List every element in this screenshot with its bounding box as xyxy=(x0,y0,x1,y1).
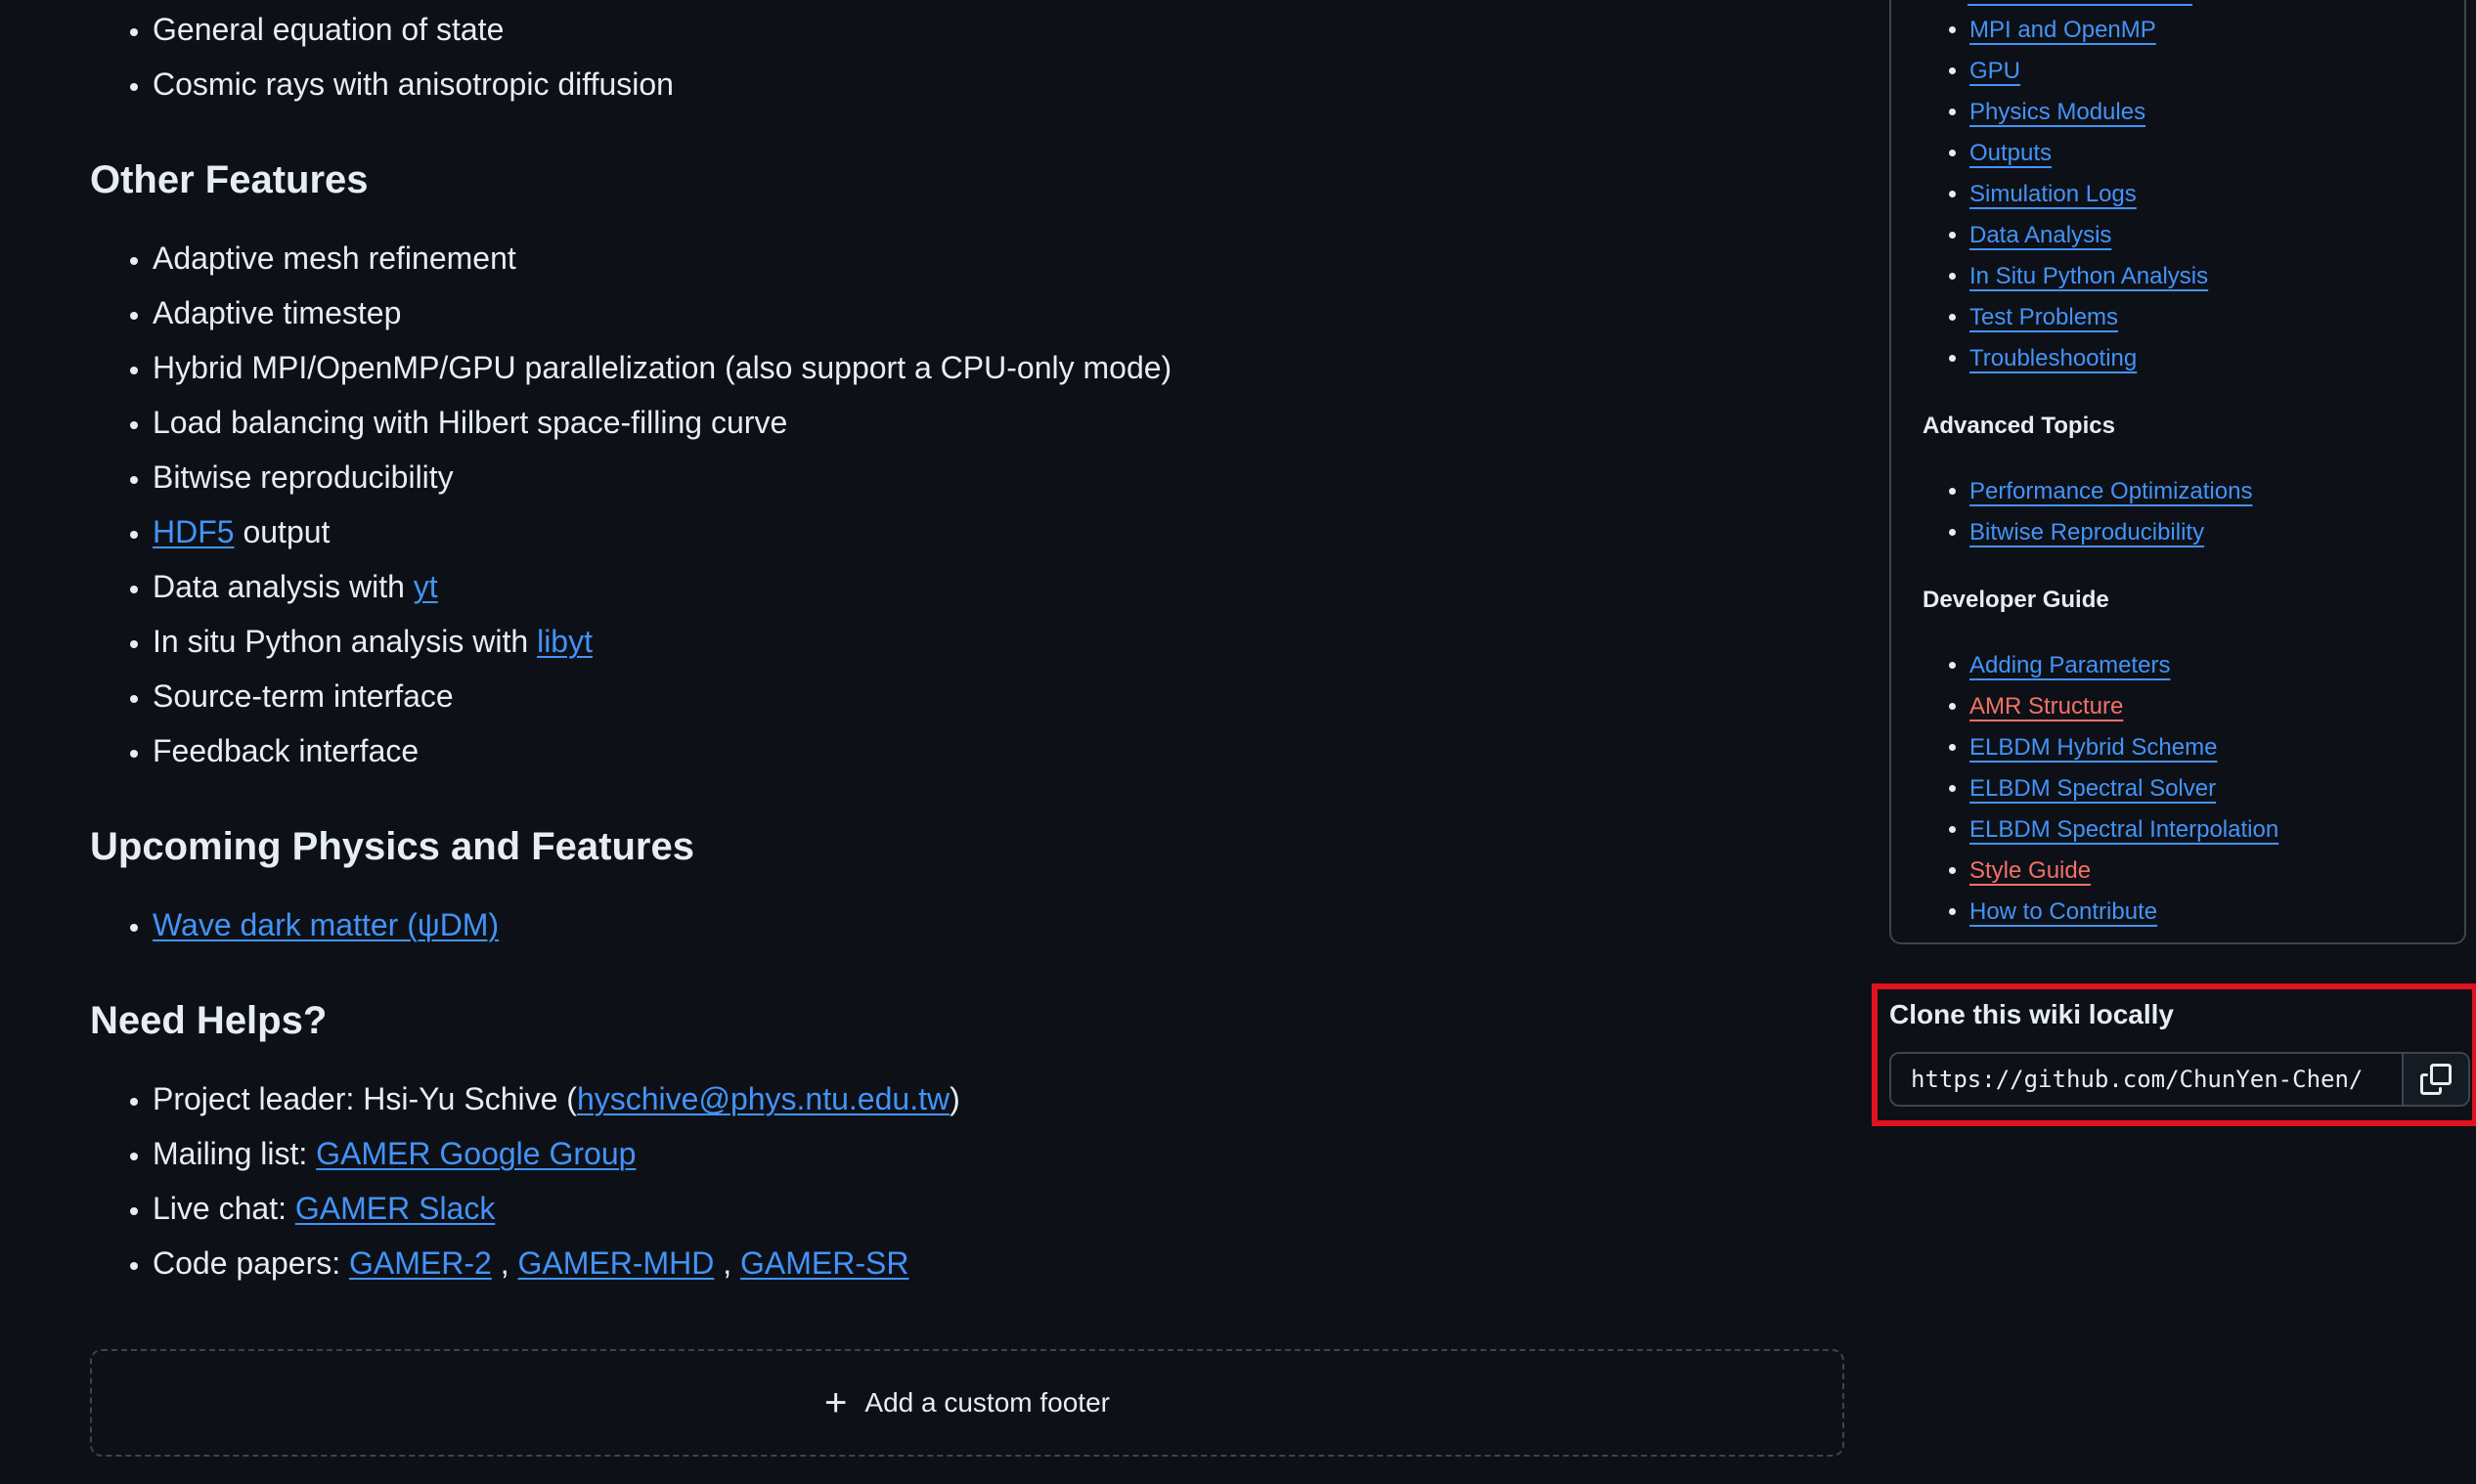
list-item: Live chat: GAMER Slack xyxy=(153,1181,960,1236)
list-item: In situ Python analysis with libyt xyxy=(153,614,1172,669)
sidebar-link-performance[interactable]: Performance Optimizations xyxy=(1969,478,2252,504)
physics-list: General equation of state Cosmic rays wi… xyxy=(90,2,674,111)
list-item: Project leader: Hsi-Yu Schive (hyschive@… xyxy=(153,1071,960,1126)
sidebar-item: Adding Parameters xyxy=(1969,645,2278,686)
clone-url-group xyxy=(1889,1052,2470,1107)
paper-gamer-2-link[interactable]: GAMER-2 xyxy=(349,1245,492,1281)
sidebar-list-user-guide: MPI and OpenMP GPU Physics Modules Outpu… xyxy=(1969,10,2208,379)
list-item: Load balancing with Hilbert space-fillin… xyxy=(153,395,1172,450)
copy-url-button[interactable] xyxy=(2402,1054,2468,1105)
plus-icon: + xyxy=(824,1381,848,1424)
sidebar-item: Simulation Logs xyxy=(1969,174,2208,215)
heading-other-features: Other Features xyxy=(90,158,369,201)
heading-upcoming: Upcoming Physics and Features xyxy=(90,825,694,868)
sidebar-link-outputs[interactable]: Outputs xyxy=(1969,140,2052,166)
sidebar-item: MPI and OpenMP xyxy=(1969,10,2208,51)
yt-link[interactable]: yt xyxy=(414,569,438,604)
list-item: Feedback interface xyxy=(153,723,1172,778)
sidebar-heading-developer: Developer Guide xyxy=(1923,587,2109,613)
list-item: Source-term interface xyxy=(153,669,1172,723)
copy-icon xyxy=(2420,1064,2452,1095)
sidebar-item: Outputs xyxy=(1969,133,2208,174)
sidebar-item: How to Contribute xyxy=(1969,892,2278,933)
paper-gamer-sr-link[interactable]: GAMER-SR xyxy=(740,1245,908,1281)
sidebar-link-test-problems[interactable]: Test Problems xyxy=(1969,304,2118,330)
sidebar-item: ELBDM Spectral Solver xyxy=(1969,768,2278,809)
list-item: Code papers: GAMER-2 , GAMER-MHD , GAMER… xyxy=(153,1236,960,1290)
add-custom-footer-button[interactable]: + Add a custom footer xyxy=(90,1349,1844,1457)
paper-gamer-mhd-link[interactable]: GAMER-MHD xyxy=(517,1245,714,1281)
heading-need-helps: Need Helps? xyxy=(90,999,328,1042)
sidebar-link-adding-parameters[interactable]: Adding Parameters xyxy=(1969,652,2170,678)
sidebar-link-elbdm-spectral-solver[interactable]: ELBDM Spectral Solver xyxy=(1969,775,2216,802)
list-item: HDF5 output xyxy=(153,504,1172,559)
sidebar-link-elbdm-hybrid[interactable]: ELBDM Hybrid Scheme xyxy=(1969,734,2217,761)
sidebar-link-style-guide[interactable]: Style Guide xyxy=(1969,857,2091,884)
sidebar-item: Physics Modules xyxy=(1969,92,2208,133)
sidebar-link-amr-structure[interactable]: AMR Structure xyxy=(1969,693,2123,720)
other-features-list: Adaptive mesh refinement Adaptive timest… xyxy=(90,231,1172,778)
sidebar-link-troubleshooting[interactable]: Troubleshooting xyxy=(1969,345,2137,371)
sidebar-list-advanced: Performance Optimizations Bitwise Reprod… xyxy=(1969,471,2252,553)
list-item: Bitwise reproducibility xyxy=(153,450,1172,504)
sidebar-link-physics-modules[interactable]: Physics Modules xyxy=(1969,99,2145,125)
upcoming-list: Wave dark matter (ψDM) xyxy=(90,897,499,952)
sidebar-item: GPU xyxy=(1969,51,2208,92)
sidebar-link-mpi-openmp[interactable]: MPI and OpenMP xyxy=(1969,17,2156,43)
sidebar-link-elbdm-spectral-interp[interactable]: ELBDM Spectral Interpolation xyxy=(1969,816,2278,843)
sidebar-link-gpu[interactable]: GPU xyxy=(1969,58,2020,84)
libyt-link[interactable]: libyt xyxy=(537,624,593,659)
list-item: Data analysis with yt xyxy=(153,559,1172,614)
list-item: Mailing list: GAMER Google Group xyxy=(153,1126,960,1181)
sidebar-item: Performance Optimizations xyxy=(1969,471,2252,512)
sidebar-item: Troubleshooting xyxy=(1969,338,2208,379)
sidebar-cut-link xyxy=(1968,0,2192,6)
clone-title: Clone this wiki locally xyxy=(1889,999,2174,1029)
clone-url-input[interactable] xyxy=(1891,1054,2402,1105)
google-group-link[interactable]: GAMER Google Group xyxy=(316,1136,636,1171)
wave-dark-matter-link[interactable]: Wave dark matter (ψDM) xyxy=(153,907,499,942)
help-list: Project leader: Hsi-Yu Schive (hyschive@… xyxy=(90,1071,960,1290)
add-footer-label: Add a custom footer xyxy=(864,1387,1110,1418)
sidebar-item: AMR Structure xyxy=(1969,686,2278,727)
list-item: Wave dark matter (ψDM) xyxy=(153,897,499,952)
list-item: Adaptive mesh refinement xyxy=(153,231,1172,285)
hdf5-link[interactable]: HDF5 xyxy=(153,514,235,549)
slack-link[interactable]: GAMER Slack xyxy=(295,1191,495,1226)
sidebar-link-bitwise[interactable]: Bitwise Reproducibility xyxy=(1969,519,2204,546)
list-item: General equation of state xyxy=(153,2,674,57)
sidebar-link-how-to-contribute[interactable]: How to Contribute xyxy=(1969,898,2157,925)
sidebar-item: ELBDM Spectral Interpolation xyxy=(1969,809,2278,851)
wiki-page: General equation of state Cosmic rays wi… xyxy=(0,0,2476,1484)
sidebar-item: Style Guide xyxy=(1969,851,2278,892)
sidebar-item: ELBDM Hybrid Scheme xyxy=(1969,727,2278,768)
sidebar-link-simulation-logs[interactable]: Simulation Logs xyxy=(1969,181,2137,207)
sidebar-list-developer: Adding Parameters AMR Structure ELBDM Hy… xyxy=(1969,645,2278,933)
sidebar-item: Bitwise Reproducibility xyxy=(1969,512,2252,553)
list-item: Cosmic rays with anisotropic diffusion xyxy=(153,57,674,111)
sidebar-heading-advanced: Advanced Topics xyxy=(1923,413,2115,439)
sidebar-item: Data Analysis xyxy=(1969,215,2208,256)
sidebar-item: In Situ Python Analysis xyxy=(1969,256,2208,297)
sidebar-item: Test Problems xyxy=(1969,297,2208,338)
leader-email-link[interactable]: hyschive@phys.ntu.edu.tw xyxy=(577,1081,950,1116)
list-item: Hybrid MPI/OpenMP/GPU parallelization (a… xyxy=(153,340,1172,395)
sidebar-link-data-analysis[interactable]: Data Analysis xyxy=(1969,222,2111,248)
list-item: Adaptive timestep xyxy=(153,285,1172,340)
sidebar-link-in-situ-python[interactable]: In Situ Python Analysis xyxy=(1969,263,2208,289)
